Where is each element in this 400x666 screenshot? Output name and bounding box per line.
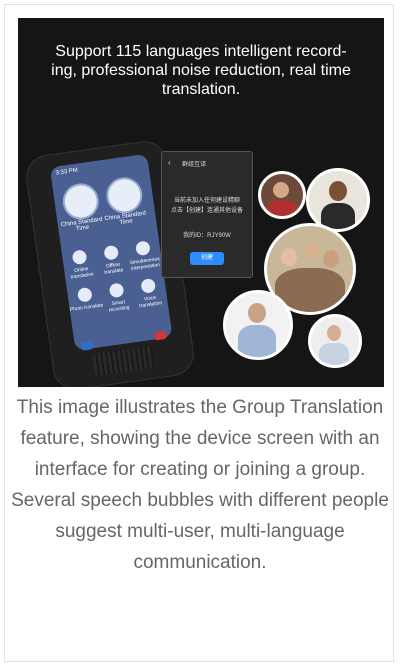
create-group-button: 创建 (190, 252, 224, 265)
online-translation-icon (71, 249, 88, 266)
offline-translate-icon (103, 244, 120, 261)
simultaneous-interpretation-icon (135, 240, 151, 257)
person-bubble-icon (258, 171, 306, 219)
smart-recording-icon (108, 282, 125, 299)
device-id-label: 我的ID：RJY90W (183, 233, 231, 239)
clock-icon (60, 181, 102, 222)
person-bubble-icon (308, 314, 362, 368)
back-chevron-icon: ‹ (168, 158, 171, 167)
device-screen: 3:33 PM China Standard Time China Standa… (49, 153, 173, 351)
app-label: Online translation (70, 266, 95, 281)
dialog-title: 群组互译 (182, 162, 207, 168)
dialog-message: 当前未加入任何建设精聊 点击【创建】连通其他设备 (170, 198, 243, 214)
image-caption: This image illustrates the Group Transla… (11, 397, 389, 573)
clock-label: China Standard Time (60, 216, 103, 233)
clock-icon (104, 174, 145, 216)
person-bubble-icon (223, 290, 293, 360)
product-banner-image: Support 115 languages intelligent record… (18, 18, 384, 387)
photo-translate-icon (76, 286, 93, 303)
clock-label: China Standard Time (104, 210, 147, 227)
status-time: 3:33 PM (55, 167, 79, 177)
app-label: Offline translate (103, 261, 124, 276)
app-label: Photo translate (69, 302, 104, 313)
app-label: Voice translation (139, 294, 163, 310)
voice-translation-icon (140, 277, 157, 294)
group-translation-dialog: ‹ 群组互译 当前未加入任何建设精聊 点击【创建】连通其他设备 我的ID：RJY… (161, 151, 253, 278)
speaker-grille (92, 345, 155, 377)
red-talk-button-icon (153, 330, 167, 341)
blue-talk-button-icon (80, 341, 94, 351)
app-label: Smart recording (108, 299, 130, 314)
app-label: Simultaneous interpretation (129, 256, 161, 273)
banner-headline: Support 115 languages intelligent record… (51, 43, 351, 98)
